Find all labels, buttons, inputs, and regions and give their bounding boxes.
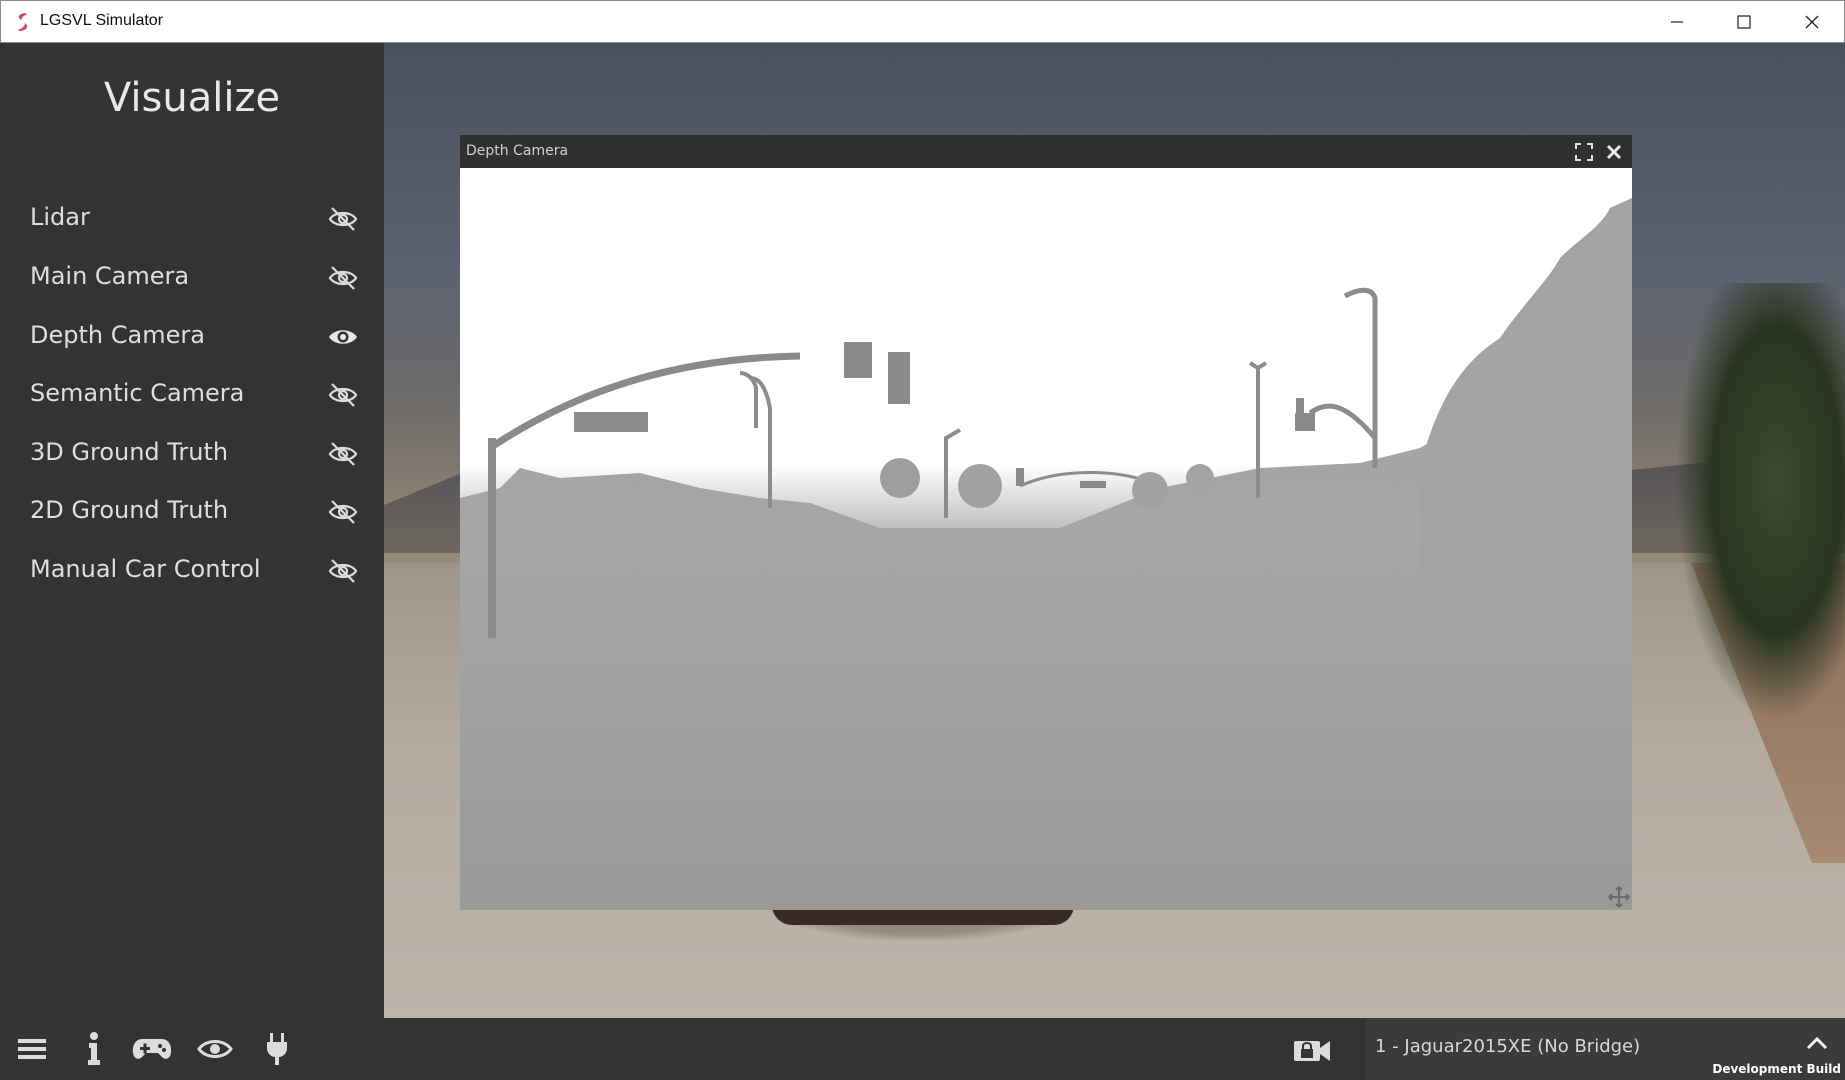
visualize-item-label: 3D Ground Truth	[30, 438, 229, 466]
visualize-item-main-camera[interactable]: Main Camera	[0, 254, 384, 302]
maximize-icon	[1737, 15, 1751, 29]
eye-hidden-icon[interactable]	[327, 498, 359, 526]
depth-camera-header[interactable]: Depth Camera	[460, 135, 1632, 168]
depth-camera-view	[460, 168, 1632, 910]
vehicle-label: 1 - Jaguar2015XE (No Bridge)	[1375, 1036, 1641, 1057]
lgsvl-logo-icon	[18, 13, 28, 31]
chevron-up-icon[interactable]	[1805, 1034, 1829, 1052]
minimize-icon	[1671, 21, 1683, 23]
app-title: LGSVL Simulator	[40, 12, 164, 29]
visualize-item-2d-ground-truth[interactable]: 2D Ground Truth	[0, 488, 384, 536]
visualize-item-label: Main Camera	[30, 262, 190, 290]
eye-hidden-icon[interactable]	[327, 264, 359, 292]
eye-icon	[197, 1040, 233, 1058]
eye-icon[interactable]	[327, 323, 359, 351]
info-button[interactable]	[74, 1030, 114, 1068]
vehicle-selector[interactable]: 1 - Jaguar2015XE (No Bridge) Development…	[1365, 1018, 1845, 1080]
depth-camera-window[interactable]: Depth Camera	[460, 135, 1632, 910]
gamepad-icon	[132, 1039, 172, 1059]
maximize-button[interactable]	[1711, 1, 1777, 43]
panel-title: Visualize	[103, 75, 281, 121]
menu-button[interactable]	[12, 1030, 52, 1068]
minimize-button[interactable]	[1644, 1, 1710, 43]
camera-lock-button[interactable]	[1292, 1030, 1332, 1068]
close-button[interactable]	[1779, 1, 1845, 43]
title-bar: LGSVL Simulator	[0, 0, 1845, 43]
visualize-panel: Visualize Lidar Main Camera Depth Camera…	[0, 43, 384, 1018]
camera-lock-icon	[1294, 1041, 1330, 1061]
depth-camera-title: Depth Camera	[466, 143, 569, 159]
build-label: Development Build	[1712, 1062, 1841, 1076]
info-icon	[88, 1032, 100, 1065]
visualize-item-depth-camera[interactable]: Depth Camera	[0, 313, 384, 361]
visualize-item-3d-ground-truth[interactable]: 3D Ground Truth	[0, 430, 384, 478]
eye-hidden-icon[interactable]	[327, 381, 359, 409]
bridge-button[interactable]	[257, 1030, 297, 1068]
scene-tree	[1675, 283, 1845, 723]
eye-hidden-icon[interactable]	[327, 557, 359, 585]
move-icon[interactable]	[1608, 886, 1630, 908]
visualize-item-manual-car-control[interactable]: Manual Car Control	[0, 547, 384, 595]
close-icon[interactable]	[1603, 141, 1625, 163]
visualize-item-label: Depth Camera	[30, 321, 205, 349]
visualize-item-label: Semantic Camera	[30, 379, 245, 407]
plug-icon	[267, 1033, 287, 1065]
visualize-button[interactable]	[195, 1030, 235, 1068]
eye-hidden-icon[interactable]	[327, 440, 359, 468]
close-icon	[1805, 15, 1819, 29]
controls-button[interactable]	[132, 1030, 172, 1068]
bottom-toolbar: 1 - Jaguar2015XE (No Bridge) Development…	[0, 1018, 1845, 1080]
menu-icon	[18, 1039, 46, 1059]
visualize-item-label: Lidar	[30, 203, 90, 231]
fullscreen-icon[interactable]	[1573, 141, 1595, 163]
eye-hidden-icon[interactable]	[327, 205, 359, 233]
visualize-item-label: 2D Ground Truth	[30, 496, 229, 524]
visualize-item-label: Manual Car Control	[30, 555, 261, 583]
depth-scene-silhouette	[460, 198, 1632, 910]
visualize-item-semantic-camera[interactable]: Semantic Camera	[0, 371, 384, 419]
visualize-item-lidar[interactable]: Lidar	[0, 195, 384, 243]
